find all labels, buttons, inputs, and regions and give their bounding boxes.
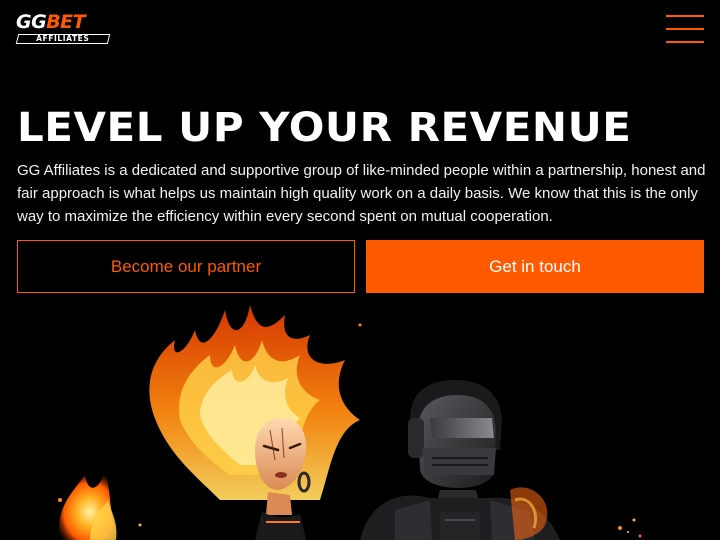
menu-bar [666, 15, 704, 17]
logo-wordmark: GGBET [16, 11, 86, 33]
flame-haired-character [149, 305, 360, 540]
site-header: GGBET AFFILIATES [0, 0, 720, 60]
get-in-touch-button[interactable]: Get in touch [366, 240, 704, 293]
logo-affiliates-text: AFFILIATES [36, 34, 90, 43]
fire-particles [58, 323, 642, 540]
logo-gg-text: GG [16, 11, 47, 33]
hero-illustration [0, 300, 720, 540]
hero-artwork [58, 305, 642, 540]
menu-bar [666, 41, 704, 43]
hamburger-menu-icon[interactable] [666, 13, 704, 45]
page-headline: LEVEL UP YOUR REVENUE [17, 105, 632, 151]
ggbet-affiliates-logo[interactable]: GGBET AFFILIATES [15, 11, 112, 45]
menu-bar [666, 28, 704, 30]
logo-bet-text: BET [46, 11, 86, 33]
become-partner-button[interactable]: Become our partner [17, 240, 355, 293]
logo-affiliates-box: AFFILIATES [15, 34, 111, 44]
masked-soldier-character [360, 380, 560, 540]
hero-description: GG Affiliates is a dedicated and support… [17, 162, 706, 225]
